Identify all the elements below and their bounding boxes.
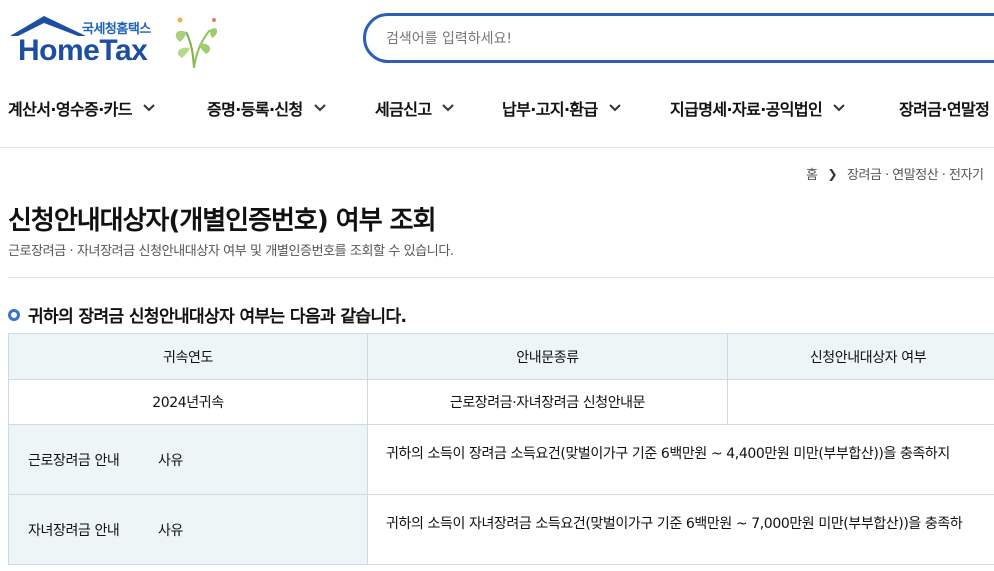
breadcrumb-current[interactable]: 장려금 · 연말정산 · 전자기 bbox=[847, 164, 984, 183]
reason-text: 귀하의 소득이 자녀장려금 소득요건(맞벌이가구 기준 6백만원 ~ 7,000… bbox=[367, 494, 994, 565]
site-header: 국세청홈택스 HomeTax 계산서·영수증·카드 증명·등록·신청 세금신고 bbox=[0, 0, 994, 148]
notice-type-cell: 근로장려금·자녀장려금 신청안내문 bbox=[367, 379, 728, 425]
chevron-down-icon bbox=[143, 104, 155, 112]
column-header: 귀속연도 bbox=[8, 333, 368, 380]
reason-label: 근로장려금 안내 bbox=[28, 452, 120, 469]
nav-item-tax-filing[interactable]: 세금신고 bbox=[375, 96, 455, 120]
year-cell: 2024년귀속 bbox=[8, 379, 368, 425]
nav-item-label: 증명·등록·신청 bbox=[207, 100, 303, 119]
logo-title: HomeTax bbox=[18, 34, 148, 67]
reason-row: 근로장려금 안내 사유 귀하의 소득이 장려금 소득요건(맞벌이가구 기준 6백만… bbox=[8, 424, 994, 495]
chevron-down-icon bbox=[608, 104, 621, 112]
nav-item-label: 장려금·연말정 bbox=[899, 100, 990, 119]
nav-item-label: 계산서·영수증·카드 bbox=[8, 100, 133, 119]
chevron-down-icon bbox=[442, 104, 455, 112]
reason-label: 자녀장려금 안내 bbox=[28, 522, 120, 539]
breadcrumb-home[interactable]: 홈 bbox=[806, 164, 818, 183]
nav-item-invoice[interactable]: 계산서·영수증·카드 bbox=[8, 96, 156, 120]
nav-item-label: 납부·고지·환급 bbox=[502, 100, 598, 119]
nav-item-label: 세금신고 bbox=[375, 100, 432, 119]
hometax-logo[interactable]: 국세청홈택스 HomeTax bbox=[8, 12, 223, 68]
nav-item-incentive[interactable]: 장려금·연말정 bbox=[899, 96, 990, 120]
reason-row-header: 근로장려금 안내 사유 bbox=[8, 424, 368, 495]
reason-sub-label: 사유 bbox=[158, 452, 183, 469]
reason-sub-label: 사유 bbox=[158, 522, 183, 539]
table-row: 2024년귀속 근로장려금·자녀장려금 신청안내문 bbox=[8, 379, 994, 425]
chevron-right-icon: ❯ bbox=[827, 166, 838, 181]
section-title: 귀하의 장려금 신청안내대상자 여부는 다음과 같습니다. bbox=[8, 302, 407, 327]
reason-row: 자녀장려금 안내 사유 귀하의 소득이 자녀장려금 소득요건(맞벌이가구 기준 6… bbox=[8, 494, 994, 565]
breadcrumb: 홈 ❯ 장려금 · 연말정산 · 전자기 bbox=[806, 164, 984, 184]
column-header: 안내문종류 bbox=[367, 333, 728, 380]
reason-text: 귀하의 소득이 장려금 소득요건(맞벌이가구 기준 6백만원 ~ 4,400만원… bbox=[367, 424, 994, 495]
chevron-down-icon bbox=[313, 104, 326, 112]
nav-item-statements[interactable]: 지급명세·자료·공익법인 bbox=[670, 96, 846, 120]
main-nav: 계산서·영수증·카드 증명·등록·신청 세금신고 납부·고지·환급 지급명세·자… bbox=[0, 92, 994, 124]
plant-icon bbox=[175, 17, 218, 68]
nav-item-certificate[interactable]: 증명·등록·신청 bbox=[207, 96, 327, 120]
table-header-row: 귀속연도 안내문종류 신청안내대상자 여부 bbox=[8, 333, 994, 380]
search-input[interactable] bbox=[386, 27, 946, 51]
eligibility-table: 귀속연도 안내문종류 신청안내대상자 여부 2024년귀속 근로장려금·자녀장려… bbox=[8, 333, 994, 565]
nav-item-payment[interactable]: 납부·고지·환급 bbox=[502, 96, 622, 120]
page-description: 근로장려금 · 자녀장려금 신청안내대상자 여부 및 개별인증번호를 조회할 수… bbox=[8, 244, 454, 259]
circle-bullet-icon bbox=[8, 308, 20, 321]
divider bbox=[8, 277, 994, 278]
section-title-text: 귀하의 장려금 신청안내대상자 여부는 다음과 같습니다. bbox=[28, 307, 407, 327]
chevron-down-icon bbox=[833, 104, 845, 112]
eligible-cell bbox=[727, 379, 994, 425]
page-title: 신청안내대상자(개별인증번호) 여부 조회 bbox=[8, 206, 437, 236]
column-header: 신청안내대상자 여부 bbox=[727, 333, 994, 380]
nav-item-label: 지급명세·자료·공익법인 bbox=[670, 100, 823, 119]
reason-row-header: 자녀장려금 안내 사유 bbox=[8, 494, 368, 565]
search-box[interactable] bbox=[363, 13, 994, 63]
